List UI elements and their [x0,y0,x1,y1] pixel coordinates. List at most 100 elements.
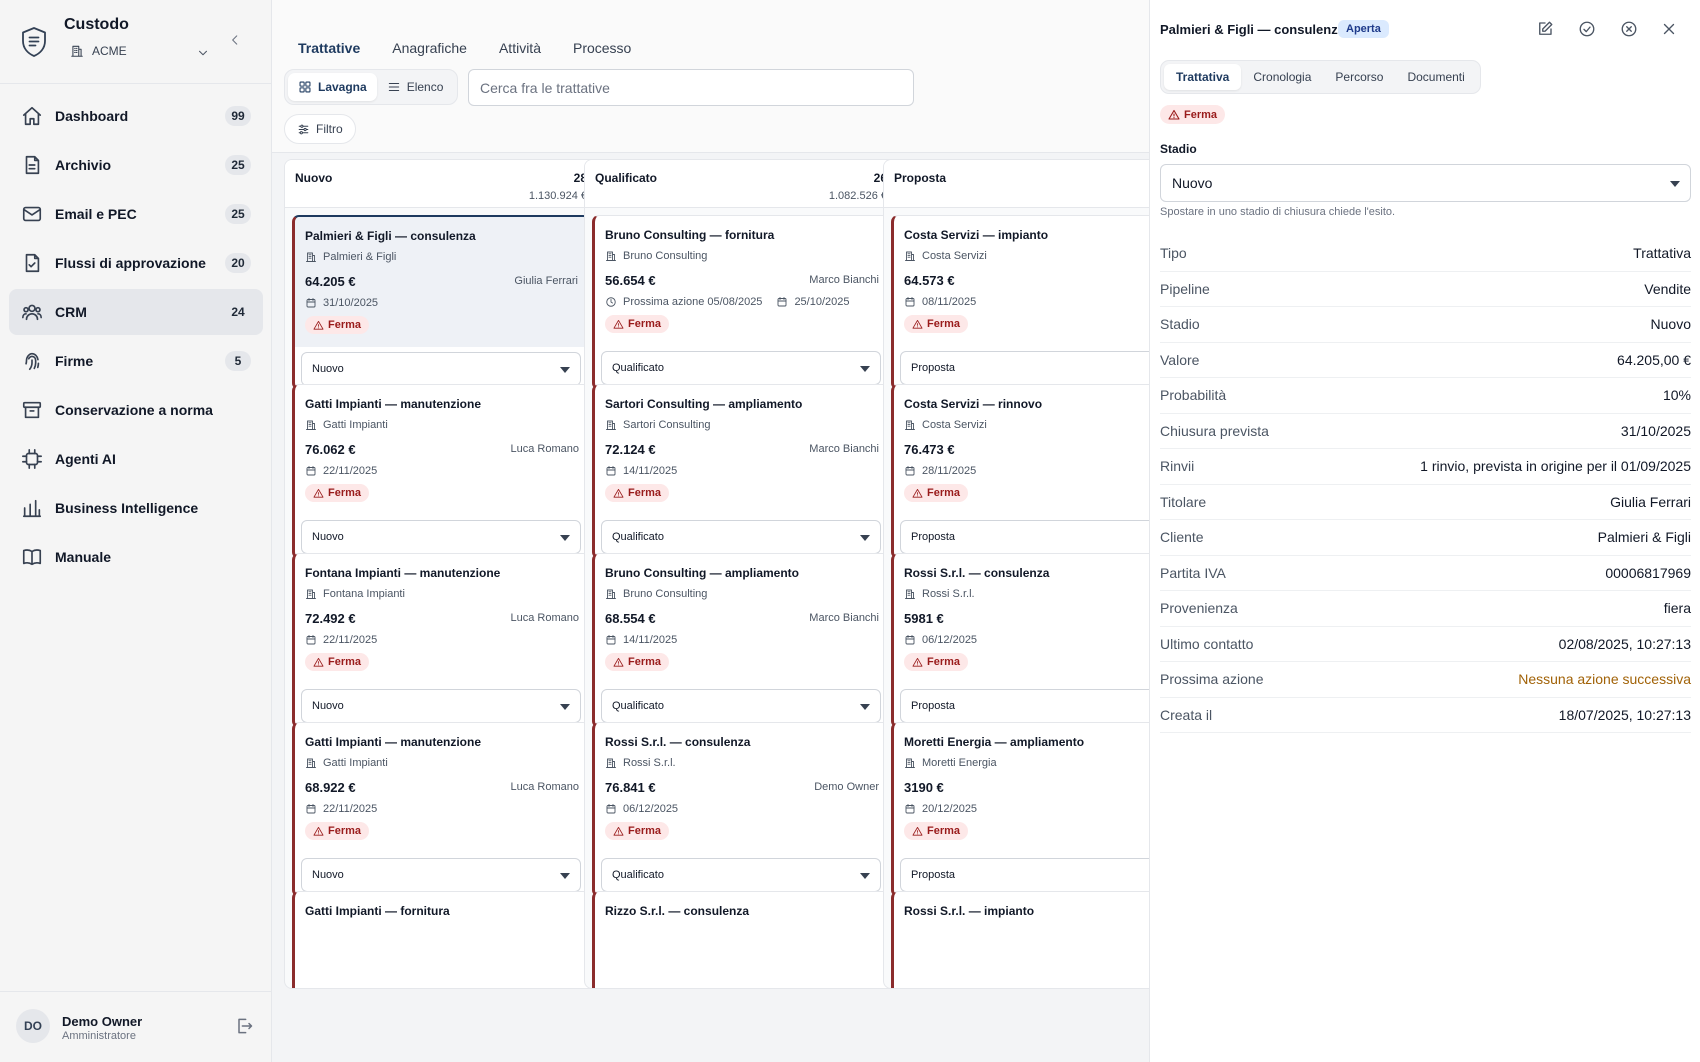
card-stage-select[interactable]: Qualificato [601,689,881,723]
client-name: Gatti Impianti [323,757,388,769]
calendar-icon [904,465,916,477]
caret-down-icon [1670,181,1680,187]
brand-header: Custodo ACME [0,0,272,84]
view-board-button[interactable]: Lavagna [288,73,377,101]
card-client: Rossi S.r.l. [605,757,676,769]
user-name: Demo Owner [62,1014,143,1029]
card-stage-select[interactable]: Proposta [900,520,1149,554]
x-circle-icon[interactable] [1620,20,1638,38]
sidebar-item-email-e-pec[interactable]: Email e PEC 25 [9,191,263,237]
warning-icon [313,657,324,668]
filter-button[interactable]: Filtro [284,114,356,144]
close-icon[interactable] [1660,20,1678,38]
deal-card[interactable]: Moretti Energia — ampliamento Moretti Ene… [891,722,1149,897]
deal-card[interactable]: Gatti Impianti — manutenzione Gatti Impia… [292,384,590,559]
field-row: Titolare Giulia Ferrari [1160,485,1691,520]
tab-trattative[interactable]: Trattative [298,40,360,56]
field-label: Partita IVA [1160,564,1226,581]
card-title: Rossi S.r.l. — consulenza [605,735,751,749]
count-badge: 25 [225,204,251,224]
clock-icon [605,296,617,308]
deal-card[interactable]: Bruno Consulting — ampliamento Bruno Cons… [592,553,890,728]
close-date: 06/12/2025 [922,634,978,646]
view-list-button[interactable]: Elenco [377,73,454,101]
stage-label: Stadio [1160,142,1197,156]
stalled-label: Ferma [328,656,362,668]
app-name: Custodo [64,16,129,33]
card-stage-select[interactable]: Nuovo [301,520,581,554]
collapse-sidebar-icon[interactable] [228,32,242,48]
sidebar-item-manuale[interactable]: Manuale [9,534,263,580]
calendar-icon [305,465,317,477]
card-stage-select[interactable]: Proposta [900,351,1149,385]
deal-card[interactable]: Rossi S.r.l. — consulenza Rossi S.r.l. 598… [891,553,1149,728]
tab-attivit-[interactable]: Attività [499,40,541,56]
stalled-badge: Ferma [904,484,969,502]
sidebar-item-flussi-di-approvazione[interactable]: Flussi di approvazione 20 [9,240,263,286]
building-icon [904,419,916,431]
tab-processo[interactable]: Processo [573,40,631,56]
card-value: 64.573 € [904,273,955,288]
card-stage-select[interactable]: Proposta [900,689,1149,723]
field-label: Provenienza [1160,600,1238,617]
panel-tab-documenti[interactable]: Documenti [1395,64,1476,90]
deal-card[interactable]: Rossi S.r.l. — consulenza Rossi S.r.l. 76.… [592,722,890,897]
field-row: Stadio Nuovo [1160,307,1691,343]
deal-card[interactable]: Palmieri & Figli — consulenza Palmieri & … [292,215,590,390]
card-dates: 28/11/2025 [904,465,976,477]
deal-card[interactable]: Fontana Impianti — manutenzione Fontana I… [292,553,590,728]
card-title: Rossi S.r.l. — consulenza [904,566,1050,580]
search-input[interactable] [468,69,914,106]
field-row: Ultimo contatto 02/08/2025, 10:27:13 [1160,627,1691,662]
panel-tab-percorso[interactable]: Percorso [1323,64,1395,90]
view-board-label: Lavagna [318,80,367,94]
card-stage-select[interactable]: Qualificato [601,858,881,892]
logout-icon[interactable] [234,1016,254,1036]
deal-card[interactable]: Rizzo S.r.l. — consulenza [592,891,890,988]
card-stage-value: Proposta [911,700,956,712]
field-value: Giulia Ferrari [1610,493,1691,510]
card-stage-select[interactable]: Nuovo [301,858,581,892]
sidebar-item-business-intelligence[interactable]: Business Intelligence [9,485,263,531]
user-role: Amministratore [62,1030,136,1042]
deal-card[interactable]: Gatti Impianti — manutenzione Gatti Impia… [292,722,590,897]
org-switcher[interactable]: ACME [70,44,208,58]
client-name: Costa Servizi [922,250,987,262]
column-title: Nuovo [295,171,333,185]
stalled-label: Ferma [927,656,961,668]
calendar-icon [305,803,317,815]
stalled-badge: Ferma [605,822,670,840]
sidebar-item-conservazione-a-norma[interactable]: Conservazione a norma [9,387,263,433]
sidebar-nav: Dashboard 99 Archivio 25 Email e PEC 25 Flussi… [9,93,263,583]
deal-card[interactable]: Rossi S.r.l. — impianto [891,891,1149,988]
stage-select[interactable]: Nuovo [1160,164,1691,202]
card-stage-select[interactable]: Nuovo [301,689,581,723]
edit-icon[interactable] [1536,20,1554,38]
card-stage-select[interactable]: Proposta [900,858,1149,892]
warning-icon [912,657,923,668]
card-value: 72.492 € [305,611,356,626]
tab-anagrafiche[interactable]: Anagrafiche [392,40,467,56]
sidebar-item-agenti-ai[interactable]: Agenti AI [9,436,263,482]
avatar[interactable]: DO [16,1009,50,1043]
sidebar-item-archivio[interactable]: Archivio 25 [9,142,263,188]
deal-card[interactable]: Costa Servizi — rinnovo Costa Servizi 76.4… [891,384,1149,559]
deal-card[interactable]: Costa Servizi — impianto Costa Servizi 64.… [891,215,1149,390]
field-value: Trattativa [1633,245,1691,262]
field-row: Cliente Palmieri & Figli [1160,520,1691,556]
sidebar-item-firme[interactable]: Firme 5 [9,338,263,384]
deal-card[interactable]: Sartori Consulting — ampliamento Sartori … [592,384,890,559]
check-circle-icon[interactable] [1578,20,1596,38]
card-stage-select[interactable]: Qualificato [601,351,881,385]
card-stage-select[interactable]: Qualificato [601,520,881,554]
sidebar-item-dashboard[interactable]: Dashboard 99 [9,93,263,139]
board-column: Nuovo 28 1.130.924 € Palmieri & Figli — con… [284,159,598,989]
panel-tab-trattativa[interactable]: Trattativa [1164,64,1242,90]
panel-tab-cronologia[interactable]: Cronologia [1241,64,1323,90]
card-stage-select[interactable]: Nuovo [301,352,581,386]
deal-card[interactable]: Gatti Impianti — fornitura [292,891,590,988]
count-badge: 24 [231,305,245,319]
sidebar-item-crm[interactable]: CRM 24 [9,289,263,335]
deal-card[interactable]: Bruno Consulting — fornitura Bruno Consul… [592,215,890,390]
card-body: Costa Servizi — impianto Costa Servizi 64.… [894,216,1149,346]
